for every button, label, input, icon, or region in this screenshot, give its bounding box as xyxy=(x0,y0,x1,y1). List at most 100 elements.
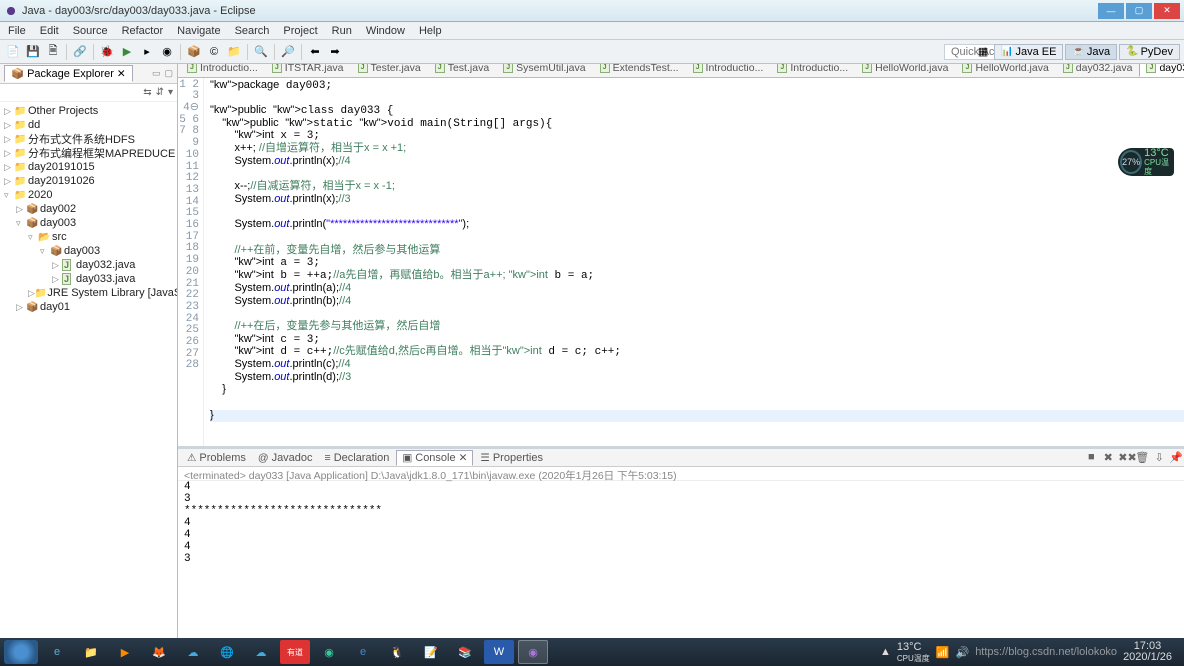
editor-tab[interactable]: Jday033.java✕ xyxy=(1139,64,1184,77)
new-pkg-button[interactable]: 📦 xyxy=(185,43,203,61)
maximize-button[interactable]: ▢ xyxy=(1126,3,1152,19)
editor-tab[interactable]: JExtendsTest... xyxy=(593,64,686,77)
save-all-button[interactable]: 🗎 xyxy=(44,43,62,61)
taskbar-winrar[interactable]: 📚 xyxy=(450,640,480,664)
code-editor[interactable]: "kw">package day003; "kw">public "kw">cl… xyxy=(204,78,1184,446)
editor-tab[interactable]: JTester.java xyxy=(351,64,428,77)
tray-network-icon[interactable]: 📶 xyxy=(936,646,950,659)
console-scroll-icon[interactable]: ⇩ xyxy=(1152,451,1166,464)
console-remove-icon[interactable]: ✖ xyxy=(1101,451,1115,464)
taskbar-firefox[interactable]: 🦊 xyxy=(144,640,174,664)
run-last-button[interactable]: ▸ xyxy=(138,43,156,61)
tree-item[interactable]: ▷Other Projects xyxy=(0,104,177,118)
open-perspective-button[interactable]: ▦ xyxy=(974,43,992,61)
taskbar-ie[interactable]: e xyxy=(42,640,72,664)
menu-window[interactable]: Window xyxy=(360,23,411,39)
menu-run[interactable]: Run xyxy=(326,23,358,39)
tab-declaration[interactable]: ≡ Declaration xyxy=(320,451,395,465)
view-max-icon[interactable]: ▢ xyxy=(164,68,173,79)
editor-tab[interactable]: JHelloWorld.java xyxy=(855,64,955,77)
console-removeall-icon[interactable]: ✖✖ xyxy=(1118,451,1132,464)
tab-problems[interactable]: ⚠ Problems xyxy=(182,451,251,465)
tree-item[interactable]: ▷day002 xyxy=(0,202,177,216)
console-pin-icon[interactable]: 📌 xyxy=(1169,451,1183,464)
editor-tab[interactable]: JTest.java xyxy=(428,64,496,77)
tree-item[interactable]: ▷分布式文件系统HDFS xyxy=(0,132,177,146)
tree-item[interactable]: ▿day003 xyxy=(0,216,177,230)
tab-console[interactable]: ▣ Console ✕ xyxy=(396,450,473,466)
tree-item[interactable]: ▷JRE System Library [JavaSE-1.8] xyxy=(0,286,177,300)
tab-properties[interactable]: ☰ Properties xyxy=(475,451,548,465)
menu-refactor[interactable]: Refactor xyxy=(116,23,170,39)
taskbar-chrome[interactable]: 🌐 xyxy=(212,640,242,664)
taskbar-player[interactable]: ▶ xyxy=(110,640,140,664)
tree-item[interactable]: ▷day033.java xyxy=(0,272,177,286)
tree-item[interactable]: ▿2020 xyxy=(0,188,177,202)
menu-help[interactable]: Help xyxy=(413,23,448,39)
windows-taskbar[interactable]: e 📁 ▶ 🦊 ☁ 🌐 ☁ 有道 ◉ e 🐧 📝 📚 W ◉ ▲ 13°C CP… xyxy=(0,638,1184,666)
taskbar-cloud[interactable]: ☁ xyxy=(178,640,208,664)
tree-item[interactable]: ▿src xyxy=(0,230,177,244)
tree-item[interactable]: ▷分布式编程框架MAPREDUCE xyxy=(0,146,177,160)
open-type-button[interactable]: 🔍 xyxy=(252,43,270,61)
forward-button[interactable]: ➡ xyxy=(326,43,344,61)
new-class-button[interactable]: © xyxy=(205,43,223,61)
close-button[interactable]: ✕ xyxy=(1154,3,1180,19)
perspective-java[interactable]: ☕ Java xyxy=(1065,44,1117,60)
editor-tab[interactable]: JIntroductio... xyxy=(686,64,771,77)
view-menu-icon[interactable]: ▾ xyxy=(168,87,173,98)
save-button[interactable]: 💾 xyxy=(24,43,42,61)
taskbar-explorer[interactable]: 📁 xyxy=(76,640,106,664)
new-folder-button[interactable]: 📁 xyxy=(225,43,243,61)
menu-edit[interactable]: Edit xyxy=(34,23,65,39)
tree-item[interactable]: ▷dd xyxy=(0,118,177,132)
new-button[interactable]: 📄 xyxy=(4,43,22,61)
editor-tab[interactable]: JHelloWorld.java xyxy=(955,64,1055,77)
taskbar-eclipse[interactable]: ◉ xyxy=(518,640,548,664)
taskbar-cloud2[interactable]: ☁ xyxy=(246,640,276,664)
start-button[interactable] xyxy=(4,640,38,664)
taskbar-notepad[interactable]: 📝 xyxy=(416,640,446,664)
minimize-button[interactable]: — xyxy=(1098,3,1124,19)
view-min-icon[interactable]: ▭ xyxy=(152,68,161,79)
taskbar-qq[interactable]: 🐧 xyxy=(382,640,412,664)
tree-item[interactable]: ▷day20191015 xyxy=(0,160,177,174)
debug-button[interactable]: 🐞 xyxy=(98,43,116,61)
tray-expand-icon[interactable]: ▲ xyxy=(880,646,891,658)
taskbar-app1[interactable]: ◉ xyxy=(314,640,344,664)
taskbar-edge[interactable]: e xyxy=(348,640,378,664)
editor-tab[interactable]: JIntroductio... xyxy=(180,64,265,77)
tray-sound-icon[interactable]: 🔊 xyxy=(955,646,969,659)
run-button[interactable]: ▶ xyxy=(118,43,136,61)
console-terminate-icon[interactable]: ■ xyxy=(1084,451,1098,464)
tree-item[interactable]: ▷day032.java xyxy=(0,258,177,272)
tree-item[interactable]: ▿day003 xyxy=(0,244,177,258)
perspective-javaee[interactable]: 📊 Java EE xyxy=(994,44,1063,60)
back-button[interactable]: ⬅ xyxy=(306,43,324,61)
editor-tab[interactable]: JITSTAR.java xyxy=(265,64,351,77)
console-output[interactable]: 4 3 ****************************** 4 4 4… xyxy=(178,481,1184,644)
menu-file[interactable]: File xyxy=(2,23,32,39)
taskbar-dict[interactable]: 有道 xyxy=(280,640,310,664)
tab-javadoc[interactable]: @ Javadoc xyxy=(253,451,318,465)
tree-item[interactable]: ▷day01 xyxy=(0,300,177,314)
taskbar-word[interactable]: W xyxy=(484,640,514,664)
menu-source[interactable]: Source xyxy=(67,23,114,39)
menu-project[interactable]: Project xyxy=(277,23,323,39)
project-tree[interactable]: ▷Other Projects▷dd▷分布式文件系统HDFS▷分布式编程框架MA… xyxy=(0,102,177,644)
search-button[interactable]: 🔎 xyxy=(279,43,297,61)
link-editor-icon[interactable]: ⇵ xyxy=(156,87,164,98)
editor-tab[interactable]: JSysemUtil.java xyxy=(496,64,592,77)
tree-item[interactable]: ▷day20191026 xyxy=(0,174,177,188)
temperature-widget[interactable]: 27% 13°C CPU温度 xyxy=(1118,148,1174,176)
editor-tab[interactable]: Jday032.java xyxy=(1056,64,1140,77)
toggle-button[interactable]: 🔗 xyxy=(71,43,89,61)
editor-tab[interactable]: JIntroductio... xyxy=(770,64,855,77)
perspective-pydev[interactable]: 🐍 PyDev xyxy=(1119,44,1180,60)
menu-navigate[interactable]: Navigate xyxy=(171,23,226,39)
package-explorer-tab[interactable]: 📦 Package Explorer ✕ xyxy=(4,65,133,82)
collapse-all-icon[interactable]: ⇆ xyxy=(143,87,151,98)
coverage-button[interactable]: ◉ xyxy=(158,43,176,61)
menu-search[interactable]: Search xyxy=(229,23,276,39)
console-clear-icon[interactable]: 🗑 xyxy=(1135,451,1149,464)
